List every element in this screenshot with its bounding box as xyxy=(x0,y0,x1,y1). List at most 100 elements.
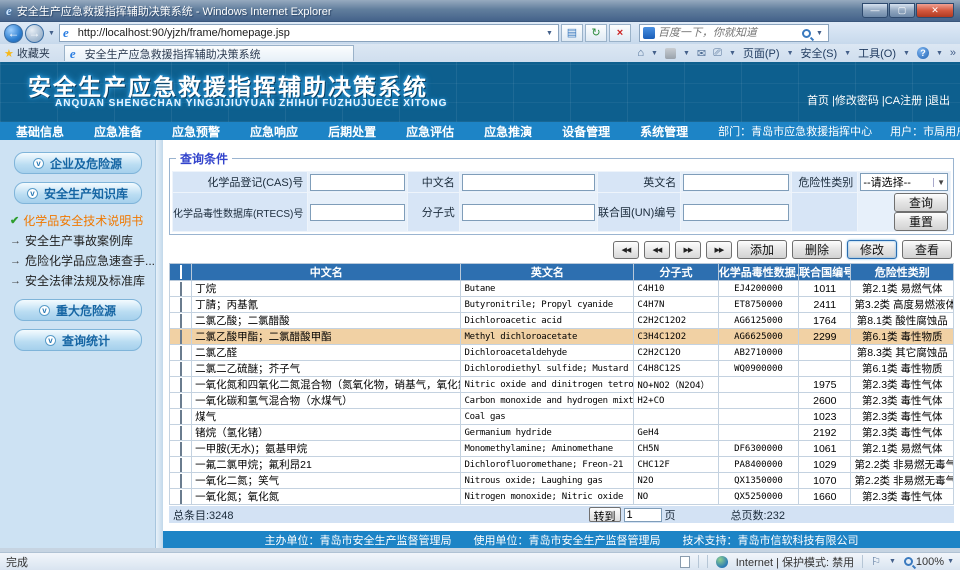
close-button[interactable]: ✕ xyxy=(916,3,954,18)
minimize-button[interactable]: — xyxy=(862,3,888,18)
menu-item-6[interactable]: 应急推演 xyxy=(484,123,532,140)
refresh-button[interactable]: ↻ xyxy=(585,24,607,42)
command-dropdown-icon[interactable]: ▼ xyxy=(844,50,851,57)
sidebar-item-1-2[interactable]: →危险化学品应急速查手... xyxy=(10,252,155,269)
reset-button[interactable]: 重置 xyxy=(894,212,948,231)
row-checkbox[interactable] xyxy=(180,474,182,488)
command-item-0[interactable]: 页面(P) xyxy=(743,45,780,61)
select-all-header[interactable] xyxy=(170,264,192,281)
view-button[interactable]: 查看 xyxy=(902,240,952,259)
menu-item-2[interactable]: 应急预警 xyxy=(172,123,220,140)
col-rtecs[interactable]: 化学品毒性数据... xyxy=(718,264,798,281)
sidebar-item-1-1[interactable]: →安全生产事故案例库 xyxy=(10,232,155,249)
banner-link[interactable]: 修改密码 xyxy=(835,95,879,107)
menu-item-0[interactable]: 基础信息 xyxy=(16,123,64,140)
maximize-button[interactable]: ▢ xyxy=(889,3,915,18)
table-row[interactable]: 二氯乙醛DichloroacetaldehydeC2H2C12OAB271000… xyxy=(170,345,954,361)
sidebar-group-0[interactable]: v企业及危险源 xyxy=(14,152,142,174)
col-formula[interactable]: 分子式 xyxy=(634,264,718,281)
overflow-chevron-icon[interactable]: » xyxy=(950,47,956,59)
help-dropdown-icon[interactable]: ▼ xyxy=(936,50,943,57)
menu-item-4[interactable]: 后期处置 xyxy=(328,123,376,140)
col-un-no[interactable]: 联合国编号 xyxy=(799,264,851,281)
command-dropdown-icon[interactable]: ▼ xyxy=(903,50,910,57)
prev-page-button[interactable]: ◀◀ xyxy=(644,241,670,259)
row-checkbox[interactable] xyxy=(180,426,182,440)
command-item-1[interactable]: 安全(S) xyxy=(801,45,838,61)
protected-mode-icon[interactable]: ⚐ xyxy=(871,555,881,568)
col-cn-name[interactable]: 中文名 xyxy=(192,264,461,281)
back-button[interactable]: ← xyxy=(4,24,23,43)
table-row[interactable]: 一氧化碳和氢气混合物（水煤气）Carbon monoxide and hydro… xyxy=(170,393,954,409)
print-icon[interactable]: ⎚ xyxy=(713,47,722,60)
search-input[interactable] xyxy=(658,27,799,39)
forward-button[interactable]: → xyxy=(25,24,44,43)
add-button[interactable]: 添加 xyxy=(737,240,787,259)
row-checkbox[interactable] xyxy=(180,458,182,472)
row-checkbox[interactable] xyxy=(180,282,182,296)
mail-icon[interactable]: ✉ xyxy=(697,47,706,60)
menu-item-1[interactable]: 应急准备 xyxy=(94,123,142,140)
col-hazard[interactable]: 危险性类别 xyxy=(851,264,954,281)
row-checkbox[interactable] xyxy=(180,378,182,392)
command-item-2[interactable]: 工具(O) xyxy=(858,45,896,61)
address-bar[interactable]: e ▼ xyxy=(59,24,559,42)
page-number-input[interactable] xyxy=(624,508,662,522)
row-checkbox[interactable] xyxy=(180,298,182,312)
table-row[interactable]: 一氧化氮和四氧化二氮混合物（氮氧化物，硝基气，氧化氮气体）Nitric oxid… xyxy=(170,377,954,393)
row-checkbox[interactable] xyxy=(180,330,182,344)
hazard-class-select[interactable]: --请选择-- ▼ xyxy=(860,173,948,191)
history-dropdown-icon[interactable]: ▼ xyxy=(46,30,57,37)
favorites-star-icon[interactable]: ★ xyxy=(4,47,14,60)
last-page-button[interactable]: ▶▶ xyxy=(706,241,732,259)
table-row[interactable]: 二氯乙酸；二氯醋酸Dichloroacetic acidC2H2C12O2AG6… xyxy=(170,313,954,329)
table-row[interactable]: 煤气Coal gas1023第2.3类 毒性气体 xyxy=(170,409,954,425)
delete-button[interactable]: 删除 xyxy=(792,240,842,259)
table-row[interactable]: 丁烷ButaneC4H10EJ42000001011第2.1类 易燃气体 xyxy=(170,281,954,297)
menu-item-3[interactable]: 应急响应 xyxy=(250,123,298,140)
banner-link[interactable]: 首页 xyxy=(807,95,829,107)
col-en-name[interactable]: 英文名 xyxy=(461,264,634,281)
row-checkbox[interactable] xyxy=(180,394,182,408)
command-dropdown-icon[interactable]: ▼ xyxy=(787,50,794,57)
un-no-input[interactable] xyxy=(683,204,789,221)
zoom-control[interactable]: 100% ▼ xyxy=(904,556,954,568)
en-name-input[interactable] xyxy=(683,174,789,191)
sidebar-group-3[interactable]: v查询统计 xyxy=(14,329,142,351)
table-row[interactable]: 一甲胺(无水)；氨基甲烷Monomethylamine; Aminomethan… xyxy=(170,441,954,457)
row-checkbox[interactable] xyxy=(180,346,182,360)
search-box[interactable]: ▼ xyxy=(639,24,829,42)
goto-button[interactable]: 转到 xyxy=(589,507,621,522)
banner-link[interactable]: CA注册 xyxy=(885,95,922,107)
protected-dropdown-icon[interactable]: ▼ xyxy=(889,558,896,565)
table-row[interactable]: 二氯乙酸甲酯；二氯醋酸甲酯Methyl dichloroacetateC3H4C… xyxy=(170,329,954,345)
cn-name-input[interactable] xyxy=(462,174,595,191)
row-checkbox[interactable] xyxy=(180,362,182,376)
table-row[interactable]: 一氧化二氮；笑气Nitrous oxide; Laughing gasN2OQX… xyxy=(170,473,954,489)
search-options-icon[interactable]: ▼ xyxy=(814,30,825,37)
menu-item-8[interactable]: 系统管理 xyxy=(640,123,688,140)
table-row[interactable]: 锗烷（氢化锗）Germanium hydrideGeH42192第2.3类 毒性… xyxy=(170,425,954,441)
select-all-checkbox[interactable] xyxy=(180,265,182,279)
rtecs-input[interactable] xyxy=(310,204,405,221)
url-input[interactable] xyxy=(78,27,540,39)
search-button[interactable]: 查询 xyxy=(894,193,948,212)
sidebar-group-2[interactable]: v重大危险源 xyxy=(14,299,142,321)
sidebar-group-1[interactable]: v安全生产知识库 xyxy=(14,182,142,204)
table-row[interactable]: 二氯二乙硫醚；芥子气Dichlorodiethyl sulfide; Musta… xyxy=(170,361,954,377)
edit-button[interactable]: 修改 xyxy=(847,240,897,259)
row-checkbox[interactable] xyxy=(180,314,182,328)
banner-link[interactable]: 退出 xyxy=(928,95,950,107)
row-checkbox[interactable] xyxy=(180,442,182,456)
row-checkbox[interactable] xyxy=(180,490,182,504)
next-page-button[interactable]: ▶▶ xyxy=(675,241,701,259)
table-row[interactable]: 丁腈；丙基氰Butyronitrile; Propyl cyanideC4H7N… xyxy=(170,297,954,313)
sidebar-item-1-0[interactable]: ✔化学品安全技术说明书 xyxy=(10,212,155,229)
sidebar-scrollbar[interactable] xyxy=(155,140,163,548)
row-checkbox[interactable] xyxy=(180,410,182,424)
first-page-button[interactable]: ◀◀ xyxy=(613,241,639,259)
menu-item-7[interactable]: 设备管理 xyxy=(562,123,610,140)
feeds-dropdown-icon[interactable]: ▼ xyxy=(683,50,690,57)
print-dropdown-icon[interactable]: ▼ xyxy=(729,50,736,57)
feeds-icon[interactable] xyxy=(665,48,676,59)
